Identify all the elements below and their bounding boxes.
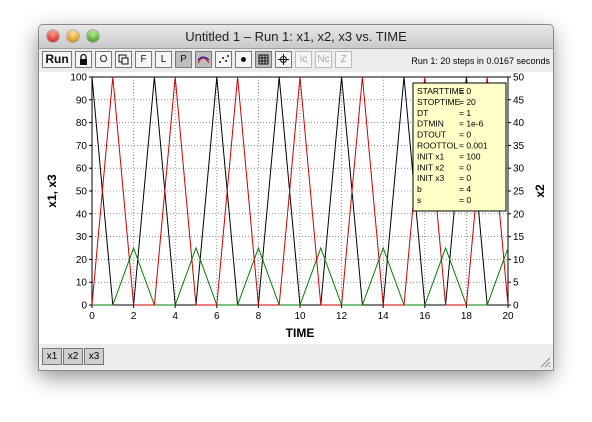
x-axis-label: TIME — [286, 326, 315, 340]
run-button[interactable]: Run — [42, 51, 72, 68]
crosshair-button[interactable] — [275, 51, 292, 68]
x-tick-label: 10 — [294, 311, 306, 322]
parameter-value: = 0 — [459, 86, 471, 96]
x-tick-label: 12 — [336, 311, 348, 322]
chart: 0 2 4 6 8 10 12 14 16 18 2001020304050607080901000… — [45, 73, 547, 341]
curves-button[interactable] — [195, 51, 212, 68]
ic-button[interactable]: Ic — [295, 51, 312, 68]
y-tick-label-right: 40 — [513, 118, 525, 129]
lock-button[interactable] — [75, 51, 92, 68]
variable-bar: x1 x2 x3 — [39, 344, 553, 370]
p-button[interactable]: P — [175, 51, 192, 68]
parameter-name: INIT x3 — [417, 173, 445, 183]
variable-button-x1[interactable]: x1 — [42, 348, 62, 365]
variable-button-x3[interactable]: x3 — [84, 348, 104, 365]
y-tick-label-left: 0 — [81, 301, 87, 312]
parameter-name: DTOUT — [417, 130, 446, 140]
y-tick-label-right: 25 — [513, 187, 525, 198]
curves-icon — [197, 56, 210, 64]
y-axis-label-right: x2 — [533, 184, 547, 198]
parameter-value: = 1 — [459, 108, 471, 118]
parameter-value: = 0 — [459, 195, 471, 205]
parameter-name: STOPTIME — [417, 97, 461, 107]
parameter-value: = 0.001 — [459, 141, 488, 151]
x-tick-label: 2 — [131, 311, 137, 322]
y-tick-label-left: 60 — [76, 164, 88, 175]
parameter-name: s — [417, 195, 421, 205]
parameter-name: INIT x2 — [417, 162, 445, 172]
lock-icon — [80, 53, 87, 65]
crosshair-icon — [278, 54, 289, 65]
plot-area[interactable]: 0 2 4 6 8 10 12 14 16 18 20 0 10 20 30 40 50 60 70 80 90 100 0… — [39, 72, 553, 344]
dot-button[interactable] — [235, 51, 252, 68]
parameter-value: = 0 — [459, 173, 471, 183]
parameter-name: b — [417, 184, 422, 194]
x-tick-label: 0 — [89, 311, 95, 322]
y-axis-label-left: x1, x3 — [45, 174, 59, 208]
y-tick-label-right: 50 — [513, 73, 525, 84]
x-tick-label: 4 — [172, 311, 178, 322]
parameter-value: = 0 — [459, 130, 471, 140]
overlay-button[interactable] — [115, 51, 132, 68]
parameter-name: INIT x1 — [417, 151, 445, 161]
y-tick-label-left: 80 — [76, 118, 88, 129]
overlay-icon — [118, 54, 129, 65]
parameter-name: DT — [417, 108, 428, 118]
x-tick-label: 6 — [214, 311, 220, 322]
y-tick-label-left: 100 — [70, 73, 87, 84]
parameter-value: = 1e-6 — [459, 119, 484, 129]
parameter-value: = 100 — [459, 151, 481, 161]
x-tick-label: 16 — [419, 311, 431, 322]
dot-icon — [241, 57, 246, 62]
y-tick-label-right: 20 — [513, 209, 525, 220]
window-title: Untitled 1 – Run 1: x1, x2, x3 vs. TIME — [185, 29, 407, 44]
o-button[interactable]: O — [95, 51, 112, 68]
x-tick-label: 8 — [256, 311, 262, 322]
y-tick-label-right: 15 — [513, 232, 525, 243]
parameter-name: DTMIN — [417, 119, 444, 129]
y-tick-label-left: 40 — [76, 209, 88, 220]
y-tick-label-left: 20 — [76, 255, 88, 266]
f-button[interactable]: F — [135, 51, 152, 68]
variable-button-x2[interactable]: x2 — [63, 348, 83, 365]
scatter-icon — [219, 55, 229, 63]
x-tick-label: 18 — [461, 311, 473, 322]
app-window: Untitled 1 – Run 1: x1, x2, x3 vs. TIME … — [38, 24, 554, 371]
run-status: Run 1: 20 steps in 0.0167 seconds — [411, 56, 550, 66]
grid-button[interactable] — [255, 51, 272, 68]
l-button[interactable]: L — [155, 51, 172, 68]
parameter-value: = 20 — [459, 97, 476, 107]
y-tick-label-left: 70 — [76, 141, 88, 152]
parameter-value: = 4 — [459, 184, 471, 194]
y-tick-label-left: 50 — [76, 187, 88, 198]
parameter-value: = 0 — [459, 162, 471, 172]
nc-button[interactable]: Nc — [315, 51, 332, 68]
y-tick-label-left: 10 — [76, 278, 88, 289]
x-tick-label: 20 — [502, 311, 514, 322]
y-tick-label-left: 30 — [76, 232, 88, 243]
grid-icon — [258, 54, 269, 65]
z-button[interactable]: Z — [335, 51, 352, 68]
y-tick-label-right: 45 — [513, 95, 525, 106]
x-tick-label: 14 — [378, 311, 390, 322]
y-tick-label-right: 35 — [513, 141, 525, 152]
parameter-name: STARTTIME — [417, 86, 465, 96]
y-tick-label-right: 10 — [513, 255, 525, 266]
y-tick-label-right: 5 — [513, 278, 519, 289]
toolbar: Run O F L P Ic Nc Z Run 1: 20 steps in 0… — [39, 49, 553, 71]
y-tick-label-right: 30 — [513, 164, 525, 175]
y-tick-label-right: 0 — [513, 301, 519, 312]
parameter-name: ROOTTOL — [417, 141, 458, 151]
y-tick-label-left: 90 — [76, 95, 88, 106]
resize-grip-icon[interactable] — [540, 357, 551, 368]
title-bar: Untitled 1 – Run 1: x1, x2, x3 vs. TIME — [39, 25, 553, 49]
scatter-button[interactable] — [215, 51, 232, 68]
